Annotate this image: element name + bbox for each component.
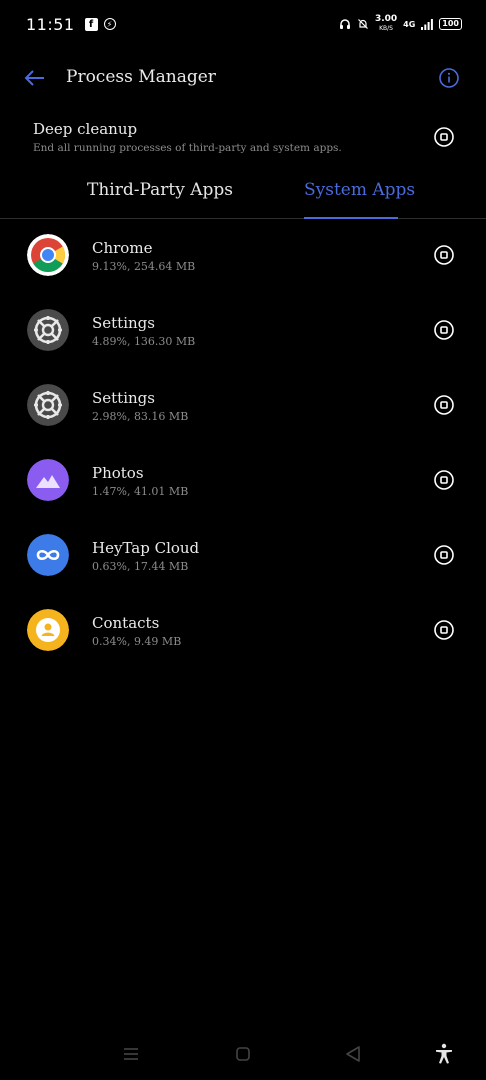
app-row-heytap-cloud[interactable]: HeyTap Cloud 0.63%, 17.44 MB bbox=[0, 517, 486, 592]
deep-cleanup-description: End all running processes of third-party… bbox=[33, 142, 342, 154]
tab-system-apps[interactable]: System Apps bbox=[304, 180, 415, 200]
page-title: Process Manager bbox=[66, 67, 216, 87]
app-name: Photos bbox=[92, 464, 144, 482]
app-stats: 9.13%, 254.64 MB bbox=[92, 260, 196, 273]
battery-indicator: 100 bbox=[439, 18, 462, 30]
stop-icon[interactable] bbox=[433, 469, 455, 491]
home-icon[interactable] bbox=[231, 1042, 255, 1066]
photos-icon bbox=[27, 459, 69, 501]
app-name: Contacts bbox=[92, 614, 160, 632]
tab-bar: Third-Party Apps System Apps bbox=[0, 176, 486, 219]
stop-icon[interactable] bbox=[433, 394, 455, 416]
back-arrow-icon[interactable] bbox=[22, 65, 48, 91]
chrome-icon bbox=[27, 234, 69, 276]
stop-icon[interactable] bbox=[433, 544, 455, 566]
stop-icon[interactable] bbox=[433, 244, 455, 266]
header: Process Manager bbox=[0, 55, 486, 103]
status-bar: 11:51 f ⚡ 3.00 KB/S 4G 100 bbox=[0, 0, 486, 48]
app-stats: 1.47%, 41.01 MB bbox=[92, 485, 189, 498]
status-time: 11:51 bbox=[26, 14, 75, 34]
network-speed: 3.00 KB/S bbox=[375, 15, 397, 33]
back-triangle-icon[interactable] bbox=[341, 1042, 365, 1066]
app-name: Chrome bbox=[92, 239, 153, 257]
app-stats: 2.98%, 83.16 MB bbox=[92, 410, 189, 423]
mute-bell-icon bbox=[358, 19, 368, 29]
status-bar-left: 11:51 f ⚡ bbox=[26, 15, 116, 34]
app-name: Settings bbox=[92, 314, 155, 332]
app-stats: 4.89%, 136.30 MB bbox=[92, 335, 196, 348]
app-stats: 0.34%, 9.49 MB bbox=[92, 635, 182, 648]
deep-cleanup-row[interactable]: Deep cleanup End all running processes o… bbox=[0, 114, 486, 164]
settings-gear-icon bbox=[27, 309, 69, 351]
process-manager-screen: 11:51 f ⚡ 3.00 KB/S 4G 100 Process Manag… bbox=[0, 0, 486, 1080]
menu-icon[interactable] bbox=[119, 1042, 143, 1066]
signal-icon bbox=[421, 18, 434, 30]
stop-icon[interactable] bbox=[433, 319, 455, 341]
app-row-settings[interactable]: Settings 2.98%, 83.16 MB bbox=[0, 367, 486, 442]
app-row-contacts[interactable]: Contacts 0.34%, 9.49 MB bbox=[0, 592, 486, 667]
tab-third-party-apps[interactable]: Third-Party Apps bbox=[87, 180, 233, 200]
navigation-bar bbox=[0, 1028, 486, 1080]
accessibility-icon[interactable] bbox=[432, 1042, 456, 1066]
app-row-settings[interactable]: Settings 4.89%, 136.30 MB bbox=[0, 292, 486, 367]
contacts-icon bbox=[27, 609, 69, 651]
network-speed-value: 3.00 bbox=[374, 14, 398, 24]
messenger-icon: ⚡ bbox=[103, 18, 116, 30]
app-name: Settings bbox=[92, 389, 155, 407]
deep-cleanup-stop-icon[interactable] bbox=[433, 126, 455, 148]
app-name: HeyTap Cloud bbox=[92, 539, 200, 557]
stop-icon[interactable] bbox=[433, 619, 455, 641]
facebook-icon: f bbox=[84, 17, 98, 31]
app-list: Chrome 9.13%, 254.64 MB Settings 4.89%, … bbox=[0, 217, 486, 667]
app-row-photos[interactable]: Photos 1.47%, 41.01 MB bbox=[0, 442, 486, 517]
app-row-chrome[interactable]: Chrome 9.13%, 254.64 MB bbox=[0, 217, 486, 292]
status-bar-right: 3.00 KB/S 4G 100 bbox=[339, 15, 462, 33]
app-stats: 0.63%, 17.44 MB bbox=[92, 560, 189, 573]
settings-gear-icon bbox=[27, 384, 69, 426]
cloud-infinity-icon bbox=[27, 534, 69, 576]
network-type: 4G bbox=[403, 19, 416, 29]
deep-cleanup-title: Deep cleanup bbox=[33, 120, 138, 138]
network-speed-unit: KB/S bbox=[379, 25, 393, 32]
info-icon[interactable] bbox=[438, 67, 460, 89]
headphones-icon bbox=[339, 19, 350, 29]
